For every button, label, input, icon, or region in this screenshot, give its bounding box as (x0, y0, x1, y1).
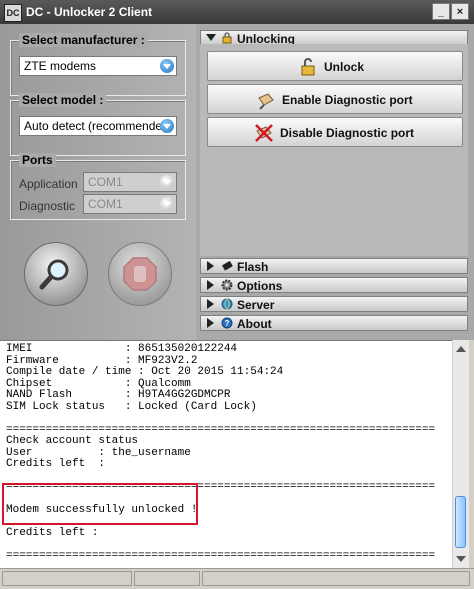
padlock-icon (222, 32, 232, 44)
manufacturer-select[interactable]: ZTE modems (19, 56, 177, 76)
svg-text:?: ? (225, 319, 230, 328)
application-port-value: COM1 (88, 175, 123, 189)
server-section-header[interactable]: Server (200, 296, 468, 312)
log-line: Credits left : (6, 458, 106, 470)
ports-group: Ports Application COM1 Diagnostic COM1 (10, 153, 186, 220)
gear-icon (221, 279, 233, 291)
left-panel: Select manufacturer : ZTE modems Select … (0, 24, 196, 340)
about-section-header[interactable]: ? About (200, 315, 468, 331)
model-value: Auto detect (recommended) (24, 119, 173, 133)
log-text: IMEI : 865135020122244 Firmware : MF923V2… (0, 341, 462, 563)
expand-arrow-icon (207, 261, 214, 271)
enable-diagnostic-button[interactable]: Enable Diagnostic port (207, 84, 463, 114)
stop-button[interactable] (108, 242, 172, 306)
status-bar (0, 568, 474, 589)
diagnostic-port-value: COM1 (88, 197, 123, 211)
server-label: Server (237, 298, 275, 312)
scroll-down-icon[interactable] (456, 556, 466, 562)
scroll-thumb[interactable] (455, 496, 466, 548)
chevron-down-icon[interactable] (160, 119, 174, 133)
options-label: Options (237, 279, 283, 293)
status-cell (202, 571, 470, 586)
expand-arrow-icon (207, 299, 214, 309)
stop-hand-icon (123, 257, 157, 291)
flash-drive-icon (222, 260, 233, 271)
magnifier-icon (39, 259, 69, 290)
unlock-button[interactable]: Unlock (207, 51, 463, 81)
unlock-label: Unlock (324, 60, 365, 74)
model-label: Select model : (19, 93, 107, 107)
expand-arrow-icon (207, 318, 214, 328)
status-cell (134, 571, 200, 586)
search-button[interactable] (24, 242, 88, 306)
log-output[interactable]: IMEI : 865135020122244 Firmware : MF923V2… (0, 340, 462, 569)
log-line: IMEI : 865135020122244 (6, 343, 238, 355)
globe-icon (221, 298, 233, 310)
manufacturer-label: Select manufacturer : (19, 33, 148, 47)
crossed-plug-icon (255, 124, 273, 142)
ports-label: Ports (19, 153, 56, 167)
chevron-down-icon[interactable] (160, 175, 174, 189)
log-line: ========================================… (6, 550, 436, 562)
status-cell (2, 571, 132, 586)
expand-arrow-icon (207, 280, 214, 290)
options-section-header[interactable]: Options (200, 277, 468, 293)
flash-section-header[interactable]: Flash (200, 258, 468, 274)
model-select[interactable]: Auto detect (recommended) (19, 116, 177, 136)
flash-label: Flash (237, 260, 269, 274)
plug-icon (258, 93, 274, 110)
padlock-icon (301, 58, 315, 76)
window-title: DC - Unlocker 2 Client (26, 5, 153, 19)
diagnostic-port-select[interactable]: COM1 (83, 194, 177, 214)
application-port-select[interactable]: COM1 (83, 172, 177, 192)
enable-diagnostic-label: Enable Diagnostic port (282, 93, 413, 107)
diagnostic-port-label: Diagnostic (19, 199, 76, 213)
about-label: About (237, 317, 272, 331)
right-panel: Unlocking Unlock Enable Diagnostic port (196, 24, 474, 340)
scroll-up-icon[interactable] (456, 346, 466, 352)
log-line: SIM Lock status : Locked (Card Lock) (6, 400, 257, 413)
log-line: Credits left : (6, 527, 99, 539)
disable-diagnostic-label: Disable Diagnostic port (280, 126, 415, 140)
log-line: NAND Flash : H9TA4GG2GDMCPR (6, 389, 231, 401)
close-button[interactable]: × (451, 3, 469, 20)
chevron-down-icon[interactable] (160, 59, 174, 73)
manufacturer-value: ZTE modems (24, 59, 97, 73)
help-icon: ? (221, 317, 233, 329)
manufacturer-group: Select manufacturer : ZTE modems (10, 33, 186, 96)
log-scrollbar[interactable] (452, 340, 469, 568)
model-group: Select model : Auto detect (recommended) (10, 93, 186, 156)
log-line: Compile date / time : Oct 20 2015 11:54:… (6, 366, 284, 378)
unlocking-panel: Unlock Enable Diagnostic port Disable Di… (200, 44, 468, 256)
success-highlight-box (2, 483, 198, 525)
minimize-button[interactable]: _ (432, 3, 450, 20)
title-bar: DC DC - Unlocker 2 Client _ × (0, 0, 474, 24)
chevron-down-icon[interactable] (160, 197, 174, 211)
collapse-arrow-icon (206, 34, 216, 41)
disable-diagnostic-button[interactable]: Disable Diagnostic port (207, 117, 463, 147)
application-port-label: Application (19, 177, 78, 191)
app-window: DC DC - Unlocker 2 Client _ × Select man… (0, 0, 474, 589)
app-icon: DC (4, 4, 22, 22)
log-line: Check account status (6, 435, 139, 447)
